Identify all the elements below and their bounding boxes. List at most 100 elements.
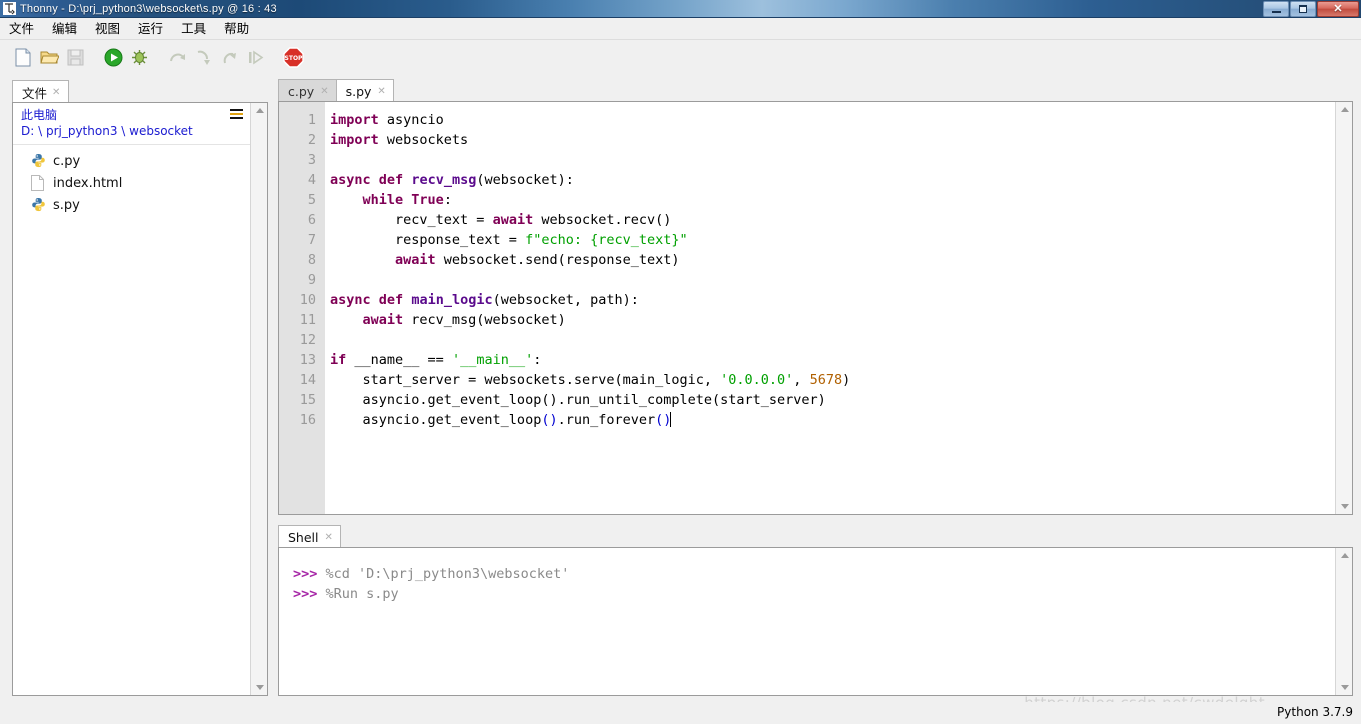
line-number: 10 xyxy=(279,290,325,310)
tab-s-py[interactable]: s.py ✕ xyxy=(336,79,394,101)
file-panel-scrollbar[interactable] xyxy=(250,103,267,695)
tab-files-close-icon[interactable]: ✕ xyxy=(52,87,60,98)
shell-panel: Shell ✕ >>> %cd 'D:\prj_python3\websocke… xyxy=(278,524,1353,696)
toolbar-separator-1 xyxy=(88,45,100,71)
current-path-label[interactable]: D: \ prj_python3 \ websocket xyxy=(21,123,244,139)
tab-files-label: 文件 xyxy=(22,83,47,102)
line-number: 11 xyxy=(279,310,325,330)
editor-tabstrip: c.py ✕ s.py ✕ xyxy=(278,78,1353,101)
minimize-button[interactable] xyxy=(1263,1,1289,17)
tab-shell-label: Shell xyxy=(288,530,319,545)
python-file-icon xyxy=(31,197,46,213)
line-number: 9 xyxy=(279,270,325,290)
toolbar-separator-3 xyxy=(268,45,280,71)
tab-s-py-close-icon[interactable]: ✕ xyxy=(377,86,385,97)
editor-body: 1 2 3 4 5 6 7 8 9 10 11 12 13 14 15 16 i… xyxy=(278,101,1353,515)
code-line: asyncio.get_event_loop().run_forever() xyxy=(330,410,1335,430)
file-tree-header: 此电脑 D: \ prj_python3 \ websocket xyxy=(13,103,250,145)
debug-button[interactable] xyxy=(126,45,152,71)
list-item[interactable]: s.py xyxy=(13,194,250,216)
toolbar: STOP xyxy=(0,40,1361,75)
step-into-button[interactable] xyxy=(190,45,216,71)
maximize-button[interactable] xyxy=(1290,1,1316,17)
scroll-up-icon[interactable] xyxy=(251,103,268,118)
line-number: 5 xyxy=(279,190,325,210)
svg-text:STOP: STOP xyxy=(284,55,303,62)
code-line: import asyncio xyxy=(330,110,1335,130)
line-number: 6 xyxy=(279,210,325,230)
scroll-down-icon[interactable] xyxy=(1336,499,1353,514)
tab-c-py[interactable]: c.py ✕ xyxy=(278,79,337,101)
code-line xyxy=(330,270,1335,290)
tab-c-py-close-icon[interactable]: ✕ xyxy=(320,86,328,97)
editor-panel: c.py ✕ s.py ✕ 1 2 3 4 5 6 7 8 9 10 11 12… xyxy=(278,78,1353,515)
line-number: 13 xyxy=(279,350,325,370)
code-line: asyncio.get_event_loop().run_until_compl… xyxy=(330,390,1335,410)
this-pc-label[interactable]: 此电脑 xyxy=(21,107,244,123)
statusbar: Python 3.7.9 xyxy=(0,702,1361,724)
close-button[interactable]: ✕ xyxy=(1317,1,1359,17)
run-icon xyxy=(104,48,123,67)
editor-scrollbar[interactable] xyxy=(1335,102,1352,514)
step-over-icon xyxy=(168,49,187,66)
shell-body: >>> %cd 'D:\prj_python3\websocket'>>> %R… xyxy=(278,547,1353,696)
code-line: recv_text = await websocket.recv() xyxy=(330,210,1335,230)
tab-shell-close-icon[interactable]: ✕ xyxy=(325,532,333,543)
menu-file[interactable]: 文件 xyxy=(0,19,43,39)
tab-files[interactable]: 文件 ✕ xyxy=(12,80,69,102)
menu-view[interactable]: 视图 xyxy=(86,19,129,39)
close-icon: ✕ xyxy=(1333,4,1342,15)
line-number: 12 xyxy=(279,330,325,350)
menu-tools[interactable]: 工具 xyxy=(172,19,215,39)
menu-run[interactable]: 运行 xyxy=(129,19,172,39)
list-item[interactable]: c.py xyxy=(13,150,250,172)
file-browser-panel: 文件 ✕ 此电脑 D: \ prj_python3 \ websocket xyxy=(12,80,268,696)
hamburger-icon[interactable] xyxy=(230,109,243,121)
code-line: await websocket.send(response_text) xyxy=(330,250,1335,270)
new-file-button[interactable] xyxy=(10,45,36,71)
code-line xyxy=(330,330,1335,350)
step-over-button[interactable] xyxy=(164,45,190,71)
step-out-button[interactable] xyxy=(216,45,242,71)
scroll-up-icon[interactable] xyxy=(1336,102,1353,117)
run-button[interactable] xyxy=(100,45,126,71)
tab-c-py-label: c.py xyxy=(288,84,314,99)
menu-edit[interactable]: 编辑 xyxy=(43,19,86,39)
resume-button[interactable] xyxy=(242,45,268,71)
shell-prompt: >>> xyxy=(293,586,317,602)
code-line: async def recv_msg(websocket): xyxy=(330,170,1335,190)
menu-help[interactable]: 帮助 xyxy=(215,19,258,39)
shell-line: >>> %cd 'D:\prj_python3\websocket' xyxy=(293,564,1335,584)
stop-icon: STOP xyxy=(283,47,304,68)
list-item[interactable]: index.html xyxy=(13,172,250,194)
file-name: index.html xyxy=(53,176,122,191)
line-number: 15 xyxy=(279,390,325,410)
scroll-up-icon[interactable] xyxy=(1336,548,1353,563)
new-file-icon xyxy=(15,48,32,67)
save-file-button[interactable] xyxy=(62,45,88,71)
shell-output[interactable]: >>> %cd 'D:\prj_python3\websocket'>>> %R… xyxy=(279,548,1335,695)
stop-button[interactable]: STOP xyxy=(280,45,306,71)
open-file-icon xyxy=(40,49,59,66)
generic-file-icon xyxy=(31,175,46,191)
scroll-down-icon[interactable] xyxy=(251,680,268,695)
shell-scrollbar[interactable] xyxy=(1335,548,1352,695)
code-editor-text[interactable]: import asyncioimport websockets async de… xyxy=(325,102,1335,514)
shell-tabstrip: Shell ✕ xyxy=(278,524,1353,547)
open-file-button[interactable] xyxy=(36,45,62,71)
code-line: response_text = f"echo: {recv_text}" xyxy=(330,230,1335,250)
code-line: start_server = websockets.serve(main_log… xyxy=(330,370,1335,390)
code-line: if __name__ == '__main__': xyxy=(330,350,1335,370)
tab-shell[interactable]: Shell ✕ xyxy=(278,525,341,547)
line-number-gutter: 1 2 3 4 5 6 7 8 9 10 11 12 13 14 15 16 xyxy=(279,102,325,514)
shell-prompt: >>> xyxy=(293,566,317,582)
line-number: 16 xyxy=(279,410,325,430)
line-number: 14 xyxy=(279,370,325,390)
debug-icon xyxy=(130,48,149,67)
file-panel-body: 此电脑 D: \ prj_python3 \ websocket c.py xyxy=(12,102,268,696)
code-line: import websockets xyxy=(330,130,1335,150)
toolbar-separator-2 xyxy=(152,45,164,71)
window-titlebar: Thonny - D:\prj_python3\websocket\s.py @… xyxy=(0,0,1361,18)
scroll-down-icon[interactable] xyxy=(1336,680,1353,695)
file-tree-list: c.py index.html xyxy=(13,145,250,216)
